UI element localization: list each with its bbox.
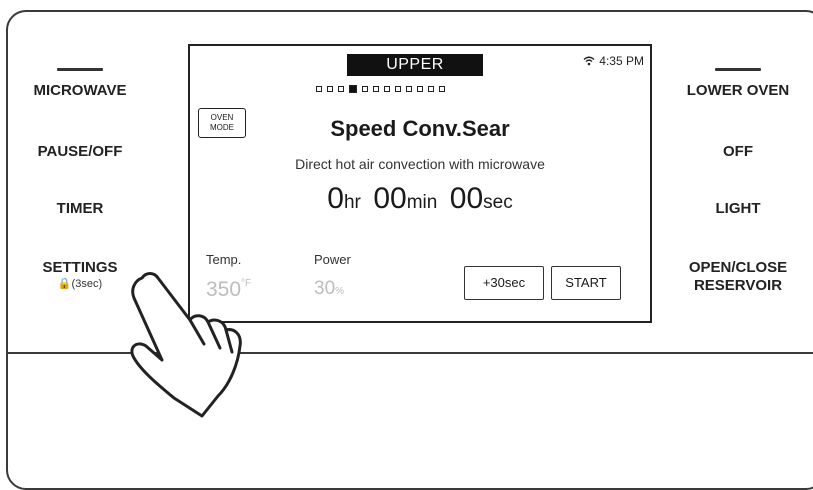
- add-30-seconds-button[interactable]: +30sec: [464, 266, 544, 300]
- power-label: Power: [314, 252, 351, 267]
- lower-oven-label: LOWER OVEN: [686, 82, 790, 99]
- light-label: LIGHT: [715, 200, 761, 217]
- page-dot: [439, 86, 445, 92]
- microwave-indicator-bar: [57, 68, 103, 71]
- power-value: 30: [314, 278, 336, 299]
- page-dot: [338, 86, 344, 92]
- timer-label: TIMER: [56, 200, 104, 217]
- cooking-mode-description: Direct hot air convection with microwave: [295, 156, 545, 172]
- upper-oven-tab[interactable]: UPPER: [347, 54, 483, 76]
- open-close-reservoir-button[interactable]: OPEN/CLOSE RESERVOIR: [668, 259, 808, 295]
- pause-off-button[interactable]: PAUSE/OFF: [20, 143, 140, 161]
- power-setting[interactable]: 30%: [314, 278, 344, 300]
- microwave-label: MICROWAVE: [33, 82, 127, 99]
- oven-display-screen: UPPER 4:35 PM OVEN MODE Speed Conv.Sear …: [188, 44, 652, 323]
- lower-oven-button[interactable]: LOWER OVEN: [668, 68, 808, 100]
- reservoir-label: RESERVOIR: [693, 277, 783, 294]
- hours-unit: hr: [343, 192, 361, 213]
- temperature-label: Temp.: [206, 252, 242, 267]
- start-button[interactable]: START: [551, 266, 621, 300]
- page-dot: [362, 86, 368, 92]
- settings-label: SETTINGS: [42, 259, 118, 276]
- timer-button[interactable]: TIMER: [20, 200, 140, 218]
- page-dot: [384, 86, 390, 92]
- page-dot: [316, 86, 322, 92]
- microwave-button[interactable]: MICROWAVE: [20, 68, 140, 100]
- page-dot-active: [349, 85, 357, 93]
- off-label: OFF: [723, 143, 753, 160]
- seconds-unit: sec: [483, 192, 513, 213]
- page-dot: [395, 86, 401, 92]
- minutes-value: 00: [373, 182, 407, 215]
- pause-off-label: PAUSE/OFF: [37, 143, 123, 160]
- wifi-icon: [583, 56, 595, 66]
- status-bar: 4:35 PM: [583, 54, 644, 68]
- page-dot: [406, 86, 412, 92]
- open-close-label: OPEN/CLOSE: [688, 259, 788, 276]
- hours-value: 0: [327, 182, 344, 215]
- lower-oven-indicator-bar: [715, 68, 761, 71]
- off-button[interactable]: OFF: [668, 143, 808, 161]
- seconds-value: 00: [449, 182, 484, 215]
- minutes-unit: min: [406, 192, 438, 213]
- page-dot: [373, 86, 379, 92]
- cook-time-display[interactable]: 0hr 00min 00sec: [190, 182, 650, 216]
- mode-page-indicator: [316, 85, 445, 93]
- power-unit: %: [335, 286, 345, 297]
- cooking-mode-title: Speed Conv.Sear: [330, 116, 510, 141]
- hand-pointer-icon: [130, 272, 242, 418]
- page-dot: [327, 86, 333, 92]
- clock-time: 4:35 PM: [599, 54, 644, 68]
- page-dot: [417, 86, 423, 92]
- light-button[interactable]: LIGHT: [668, 200, 808, 218]
- page-dot: [428, 86, 434, 92]
